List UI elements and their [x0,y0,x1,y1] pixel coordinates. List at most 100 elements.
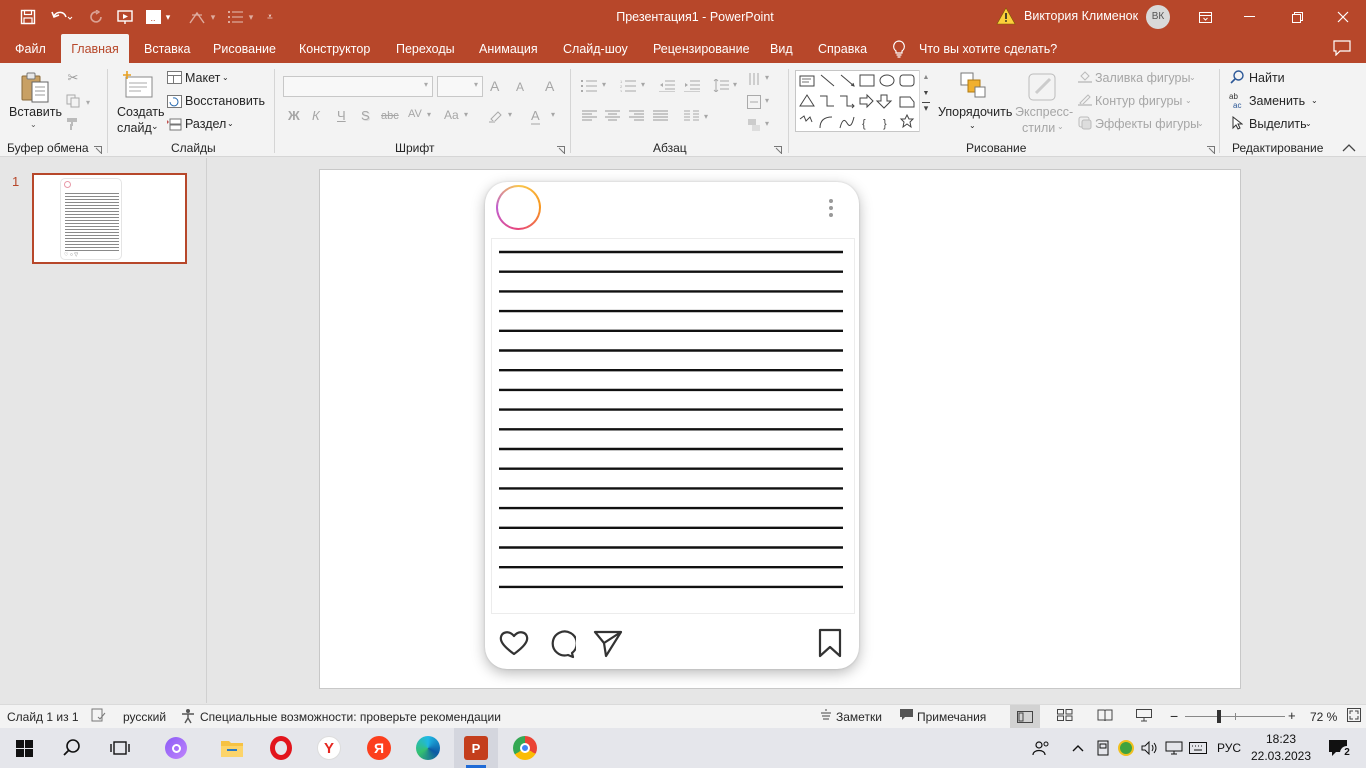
format-painter-icon[interactable] [64,115,82,133]
comments-icon[interactable] [1333,40,1351,58]
clock-date[interactable]: 22.03.2023 [1249,749,1313,763]
powerpoint-taskbar-icon[interactable]: P [454,728,498,768]
font-name-input[interactable] [283,76,433,97]
tab-view[interactable]: Вид [770,34,793,63]
zoom-slider-thumb[interactable] [1217,710,1221,723]
ribbon-display-options-icon[interactable] [1191,0,1219,34]
tab-animations[interactable]: Анимация [479,34,538,63]
character-spacing-button[interactable]: AV [408,108,422,120]
chevron-down-icon[interactable]: ▾ [244,0,258,34]
opera-browser-icon[interactable] [259,728,303,768]
reset-icon[interactable] [166,93,182,109]
find-button[interactable]: Найти [1249,71,1285,85]
more-options-icon[interactable] [828,198,834,218]
tab-draw[interactable]: Рисование [213,34,276,63]
align-left-icon[interactable] [580,109,598,123]
comments-button[interactable]: Примечания [917,710,986,724]
alice-assistant-icon[interactable] [154,728,198,768]
select-cursor-icon[interactable] [1229,115,1245,131]
comment-icon[interactable] [546,629,578,659]
notifications-icon[interactable]: 2 [1318,728,1358,768]
chevron-down-icon[interactable]: ▾ [508,110,512,119]
input-language[interactable]: РУС [1217,741,1241,755]
chevron-down-icon[interactable]: ▾ [765,73,769,82]
smartart-icon[interactable] [746,117,762,133]
accessibility-icon[interactable] [180,708,196,724]
shrink-font-icon[interactable]: A [516,80,524,94]
chevron-down-icon[interactable]: ▾ [474,80,478,89]
avatar[interactable]: ВК [1146,5,1170,29]
restore-icon[interactable] [1282,0,1312,34]
tab-home[interactable]: Главная [61,34,129,63]
quick-styles-button[interactable]: Экспресс- [1015,105,1073,119]
shape-fill-button[interactable]: Заливка фигуры [1095,71,1190,85]
people-icon[interactable] [1024,728,1058,768]
normal-view-icon[interactable] [1010,705,1040,728]
chevron-down-icon[interactable]: ⌄ [1057,122,1064,131]
fit-slide-icon[interactable] [1347,708,1363,724]
replace-button[interactable]: Заменить [1249,94,1305,108]
post-card[interactable] [485,182,859,669]
shapes-gallery[interactable]: { } [795,70,932,132]
chevron-down-icon[interactable]: ⌄ [1197,119,1204,128]
shapes-gallery-scroll[interactable]: ▲ ▼ ▾ [919,70,932,132]
zoom-out-button[interactable]: − [1170,708,1178,724]
network-icon[interactable] [1162,728,1186,768]
warning-icon[interactable] [996,7,1016,27]
text-direction-icon[interactable] [746,71,762,87]
tab-transitions[interactable]: Переходы [396,34,455,63]
chevron-down-icon[interactable]: ⌄ [227,119,234,128]
close-icon[interactable] [1328,0,1358,34]
heart-icon[interactable] [499,629,529,657]
save-icon[interactable] [15,0,41,34]
notes-icon[interactable] [820,708,834,724]
section-button[interactable]: Раздел [185,117,226,131]
section-icon[interactable] [166,116,182,132]
bullets-icon[interactable] [580,77,598,93]
underline-button[interactable]: Ч [337,108,346,123]
chevron-down-icon[interactable]: ⌄ [30,120,37,129]
chevron-down-icon[interactable]: ▾ [160,0,176,34]
quick-styles-icon[interactable] [1026,71,1060,105]
paste-button[interactable]: Вставить [9,105,62,119]
chevron-down-icon[interactable]: ▾ [602,80,606,89]
shape-fill-icon[interactable] [1077,68,1093,84]
tab-file[interactable]: Файл [15,34,46,63]
dialog-launcher-icon[interactable] [774,143,784,154]
slide-canvas[interactable] [319,169,1241,689]
windows-start-icon[interactable] [2,728,46,768]
reading-view-icon[interactable] [1097,709,1113,723]
tab-design[interactable]: Конструктор [299,34,370,63]
shadow-button[interactable]: S [361,108,370,123]
chevron-down-icon[interactable]: ▾ [86,98,90,107]
collapse-ribbon-icon[interactable] [1342,142,1358,154]
edge-browser-icon[interactable] [406,728,450,768]
align-center-icon[interactable] [603,109,621,123]
chevron-down-icon[interactable]: ▾ [765,119,769,128]
cut-icon[interactable]: ✂ [64,69,82,87]
quick-styles-label[interactable]: стили [1022,121,1055,135]
chevron-down-icon[interactable]: ▾ [206,0,220,34]
shape-outline-button[interactable]: Контур фигуры [1095,94,1182,108]
yandex-icon[interactable]: Я [357,728,401,768]
reset-button[interactable]: Восстановить [185,94,265,108]
numbering-icon[interactable]: 123 [619,77,637,93]
dialog-launcher-icon[interactable] [1207,143,1217,154]
chevron-down-icon[interactable]: ⌄ [1305,119,1312,128]
columns-icon[interactable] [682,109,700,123]
new-slide-button[interactable]: Создать [117,105,165,119]
shape-effects-icon[interactable] [1077,115,1093,131]
chrome-browser-icon[interactable] [503,728,547,768]
chevron-down-icon[interactable]: ⌄ [969,121,976,130]
slide-sorter-icon[interactable] [1057,709,1073,723]
tab-insert[interactable]: Вставка [144,34,190,63]
avatar-ring[interactable] [496,185,541,230]
new-slide-icon[interactable] [121,70,155,104]
increase-indent-icon[interactable] [683,77,701,93]
chevron-down-icon[interactable]: ▾ [464,110,468,119]
chevron-down-icon[interactable]: ⌄ [1189,73,1196,82]
slide-thumbnail[interactable]: ♡ ○ ▽ [32,173,187,264]
highlight-icon[interactable] [487,107,505,125]
line-spacing-icon[interactable] [712,77,730,93]
notes-button[interactable]: Заметки [836,710,882,724]
